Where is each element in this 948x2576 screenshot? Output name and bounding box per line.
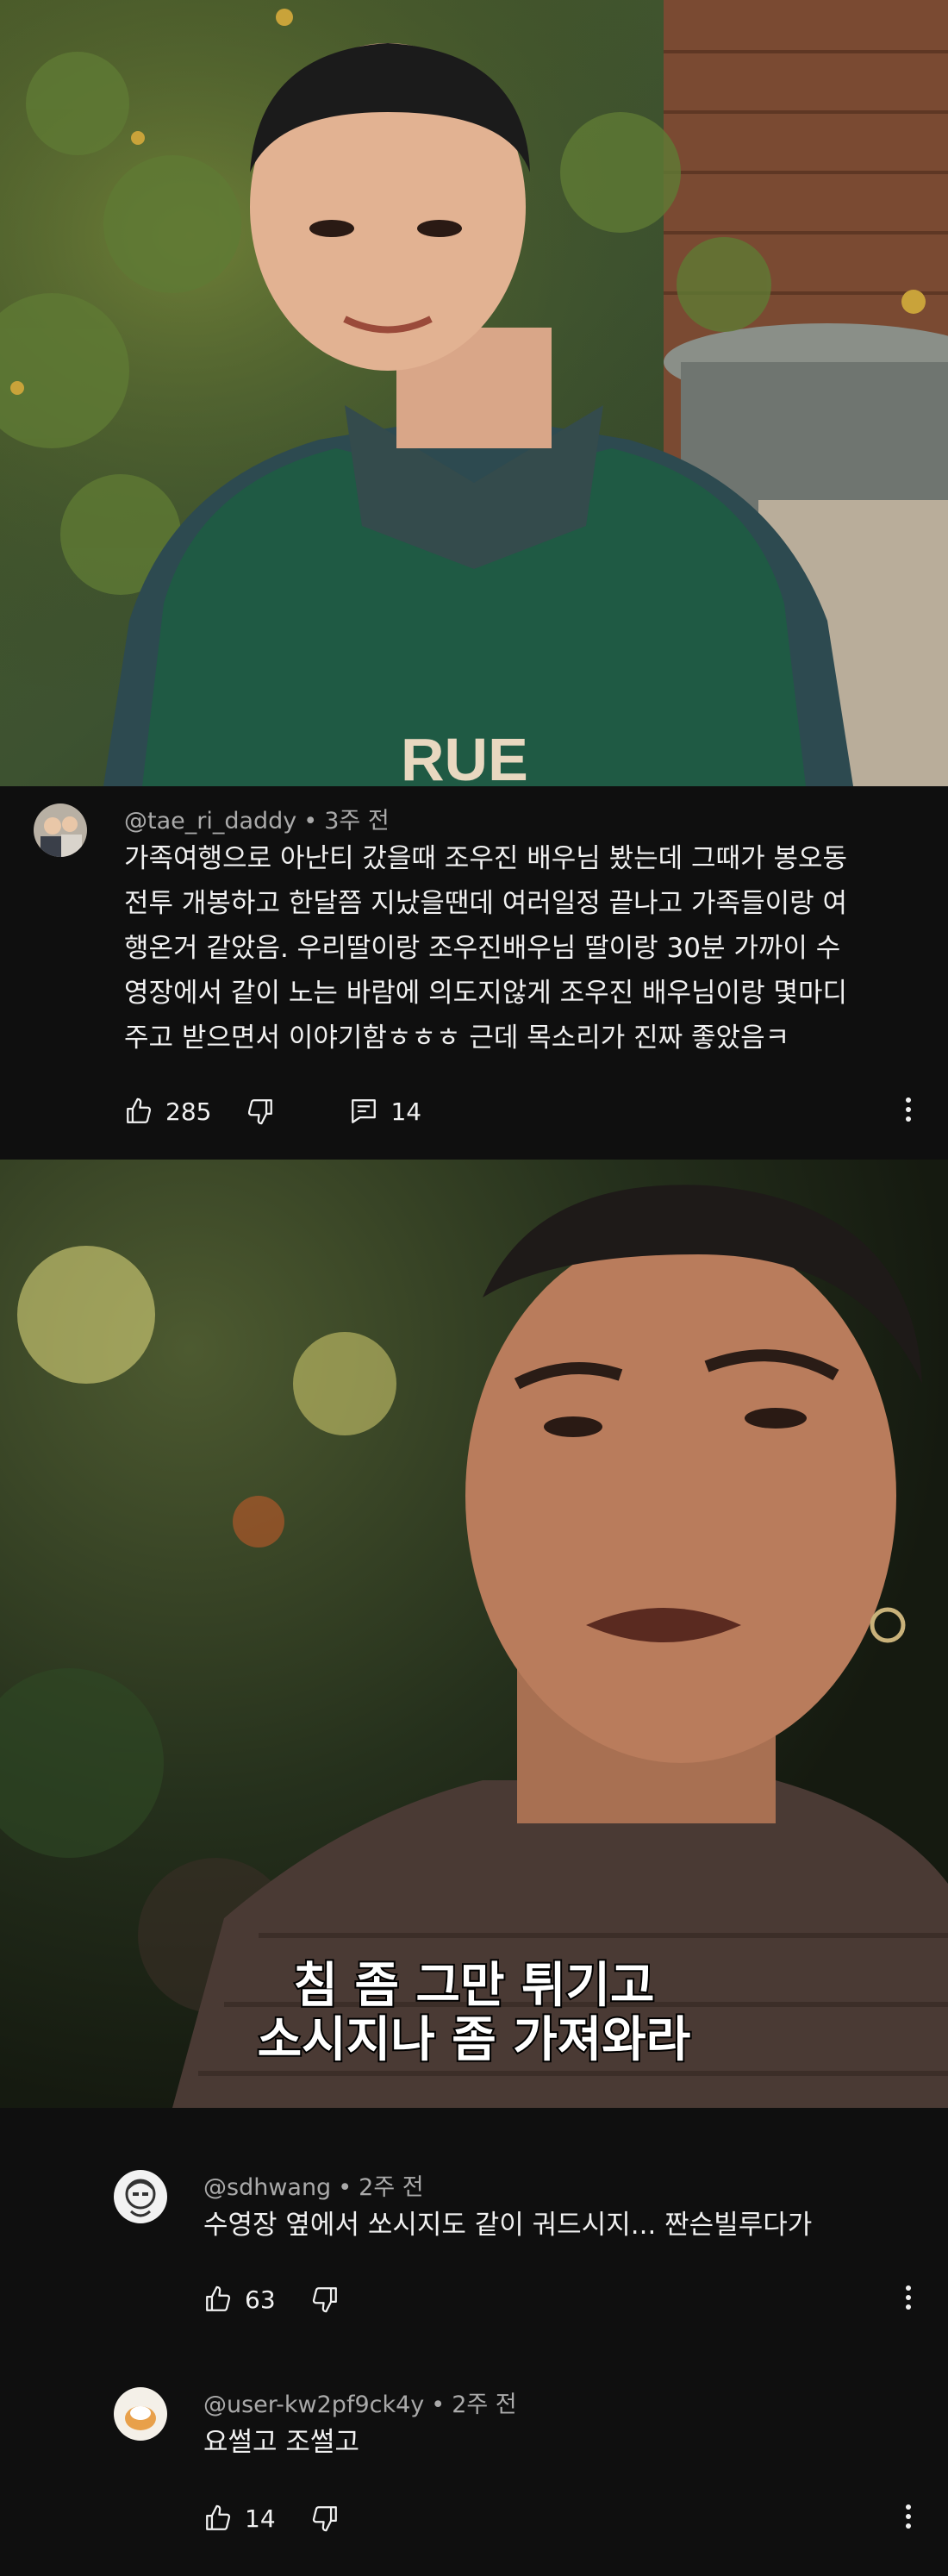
svg-text:RUE: RUE	[401, 726, 528, 786]
more-vert-icon	[904, 2504, 913, 2533]
comment-time: 3주 전	[324, 808, 390, 835]
comment-text: 가족여행으로 아난티 갔을때 조우진 배우님 봤는데 그때가 봉오동 전투 개봉…	[124, 836, 847, 1060]
actor-photo-1: RUE	[0, 0, 948, 786]
like-count: 285	[165, 1097, 212, 1126]
commenter-avatar[interactable]	[34, 803, 87, 857]
more-options-button[interactable]	[891, 1094, 926, 1129]
commenter-avatar[interactable]	[114, 2170, 167, 2223]
comment-text-line: 요썰고 조썰고	[203, 2427, 359, 2458]
movie-still-photo: 침 좀 그만 튀기고 소시지나 좀 가져와라	[0, 1160, 948, 2108]
commenter-avatar[interactable]	[114, 2387, 167, 2441]
dislike-button[interactable]	[310, 2285, 340, 2314]
subtitle-line: 침 좀 그만 튀기고	[293, 1958, 654, 2014]
dislike-button[interactable]	[310, 2504, 340, 2533]
comment-time: 2주 전	[359, 2174, 424, 2201]
reply-button[interactable]: 14	[349, 1097, 421, 1126]
comment-time: 2주 전	[452, 2392, 517, 2418]
comment-meta: @tae_ri_daddy • 3주 전	[124, 808, 390, 835]
comment-author[interactable]: @tae_ri_daddy	[124, 808, 296, 835]
comment-text: 수영장 옆에서 쏘시지도 같이 궈드시지... 짠슨빌루다가	[203, 2203, 812, 2248]
comment-author[interactable]: @sdhwang	[203, 2174, 331, 2201]
comment-text-line: 행온거 같았음. 우리딸이랑 조우진배우님 딸이랑 30분 가까이 수	[124, 933, 841, 964]
comment-meta: @sdhwang • 2주 전	[203, 2174, 424, 2201]
comment-text: 요썰고 조썰고	[203, 2420, 359, 2465]
more-options-button[interactable]	[891, 2282, 926, 2317]
more-vert-icon	[904, 2285, 913, 2314]
comment-author[interactable]: @user-kw2pf9ck4y	[203, 2392, 424, 2418]
comment-actions: 63	[203, 2282, 340, 2317]
like-button[interactable]: 63	[203, 2285, 276, 2314]
like-count: 14	[245, 2504, 276, 2533]
like-count: 63	[245, 2285, 276, 2314]
reply-icon	[349, 1097, 378, 1126]
comment-meta: @user-kw2pf9ck4y • 2주 전	[203, 2392, 517, 2418]
comment-1: @tae_ri_daddy • 3주 전 가족여행으로 아난티 갔을때 조우진 배우…	[0, 786, 948, 1160]
like-button[interactable]: 285	[124, 1097, 211, 1126]
thumbs-down-icon	[246, 1097, 275, 1126]
comment-3: @user-kw2pf9ck4y • 2주 전 요썰고 조썰고 14	[0, 2341, 948, 2576]
subtitle-line: 소시지나 좀 가져와라	[258, 2012, 691, 2068]
thumbs-down-icon	[310, 2504, 340, 2533]
dislike-button[interactable]	[246, 1097, 275, 1126]
like-button[interactable]: 14	[203, 2504, 276, 2533]
comment-text-line: 주고 받으면서 이야기함ㅎㅎㅎ 근데 목소리가 진짜 좋았음ㅋ	[124, 1022, 790, 1054]
comment-text-line: 영장에서 같이 노는 바람에 의도지않게 조우진 배우님이랑 몇마디	[124, 978, 848, 1009]
comment-text-line: 수영장 옆에서 쏘시지도 같이 궈드시지... 짠슨빌루다가	[203, 2210, 813, 2241]
thumbs-up-icon	[203, 2504, 233, 2533]
comment-2: @sdhwang • 2주 전 수영장 옆에서 쏘시지도 같이 궈드시지... 짠슨…	[0, 2108, 948, 2341]
thumbs-down-icon	[310, 2285, 340, 2314]
thumbs-up-icon	[124, 1097, 153, 1126]
more-options-button[interactable]	[891, 2501, 926, 2535]
comment-actions: 14	[203, 2501, 340, 2535]
reply-count: 14	[390, 1097, 422, 1126]
comment-actions: 285 14	[124, 1094, 421, 1129]
more-vert-icon	[904, 1097, 913, 1126]
comment-text-line: 가족여행으로 아난티 갔을때 조우진 배우님 봤는데 그때가 봉오동	[124, 843, 848, 874]
comment-text-line: 전투 개봉하고 한달쯤 지났을땐데 여러일정 끝나고 가족들이랑 여	[124, 888, 848, 919]
thumbs-up-icon	[203, 2285, 233, 2314]
